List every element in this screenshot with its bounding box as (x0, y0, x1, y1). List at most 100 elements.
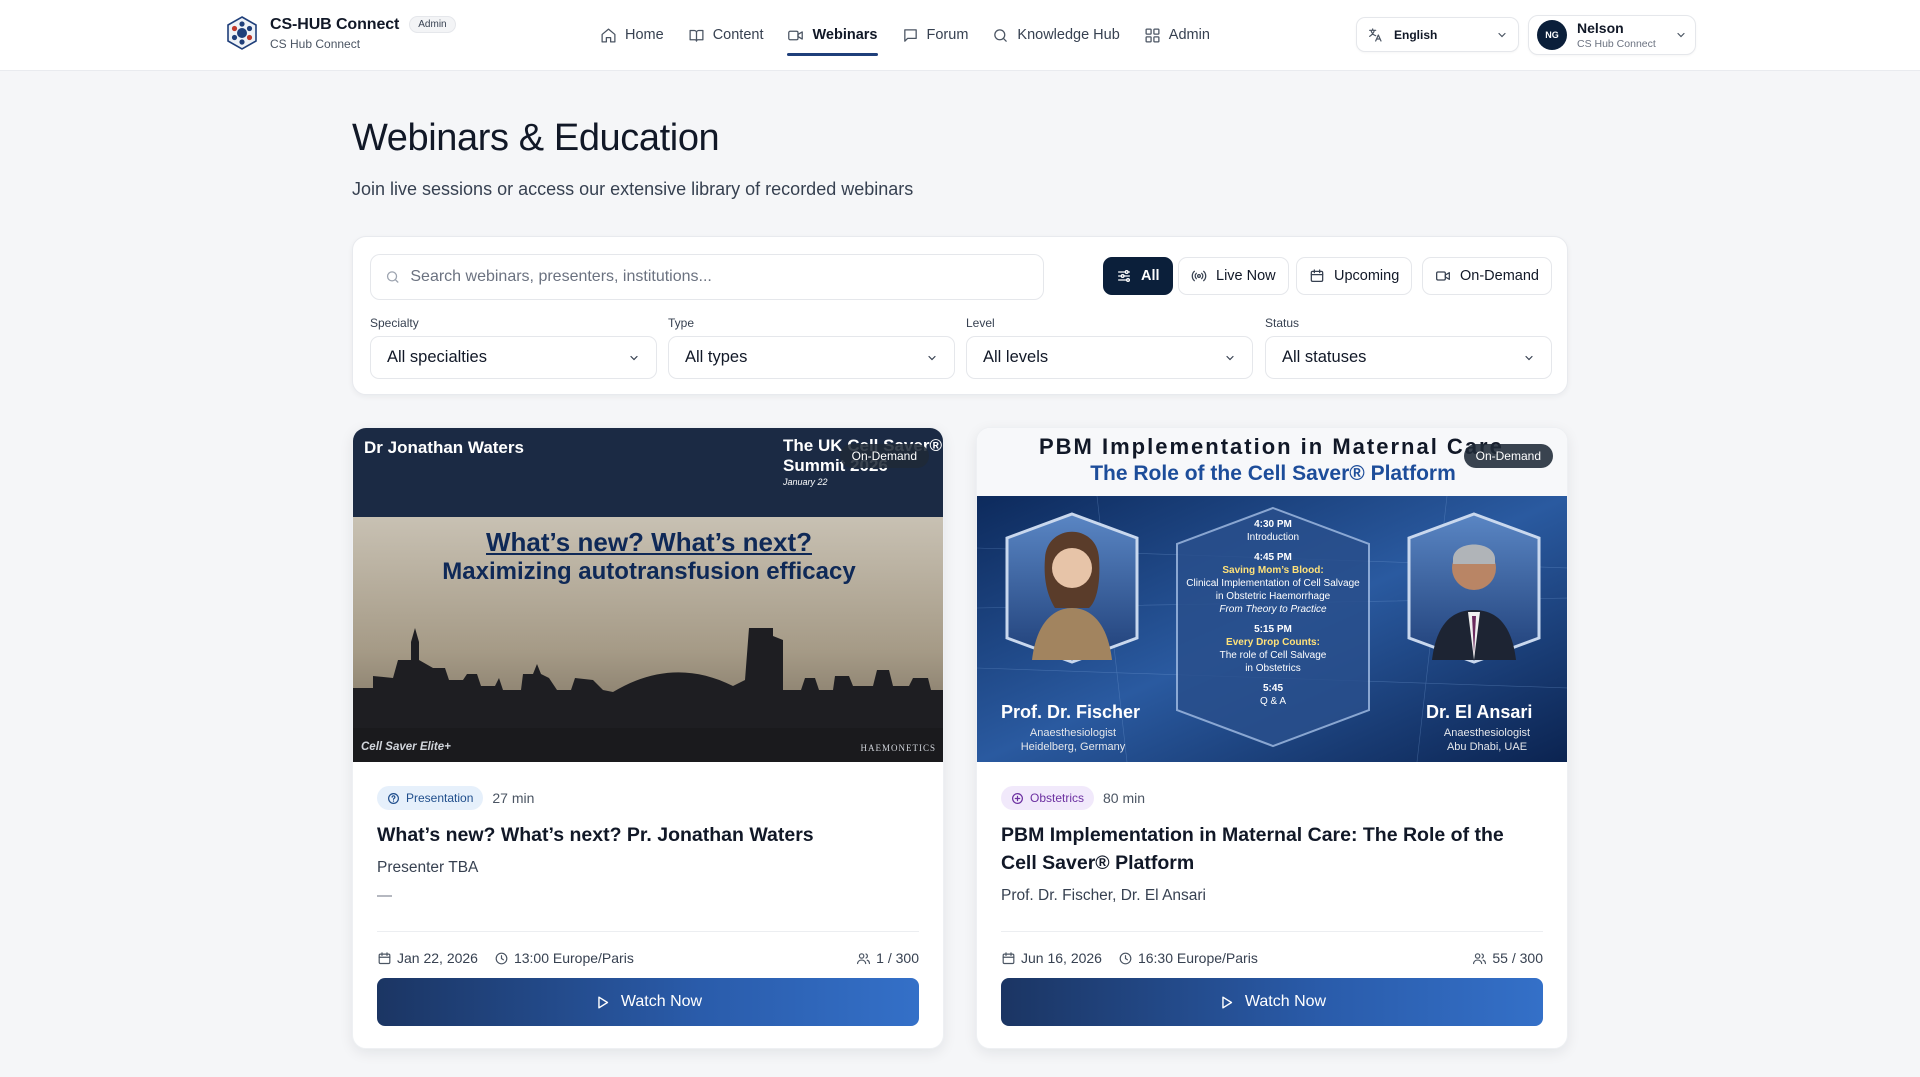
status-badge: On-Demand (839, 444, 929, 468)
segment-label: Upcoming (1334, 268, 1400, 284)
webinar-time: 16:30 Europe/Paris (1137, 950, 1258, 966)
watch-now-button[interactable]: Watch Now (1001, 978, 1543, 1026)
home-icon (601, 27, 616, 43)
nav-label: Webinars (812, 27, 878, 43)
nav-knowledge-hub[interactable]: Knowledge Hub (992, 0, 1120, 70)
thumbnail-product-logo: Cell Saver Elite+ (361, 741, 451, 753)
speaker-location: Heidelberg, Germany (1020, 741, 1126, 753)
role-badge: Admin (409, 16, 456, 33)
nav-forum[interactable]: Forum (902, 0, 969, 70)
level-select[interactable]: All levels (966, 336, 1253, 379)
page-title: Webinars & Education (352, 117, 720, 159)
grid-icon (1145, 27, 1160, 43)
search-input[interactable] (410, 268, 1029, 286)
video-icon (1436, 271, 1450, 281)
select-value: All statuses (1282, 348, 1367, 366)
chevron-down-icon (1677, 32, 1685, 38)
filter-label: Status (1265, 316, 1300, 330)
filter-all-button[interactable]: All (1103, 257, 1173, 295)
program-item: in Obstetrics (1245, 663, 1301, 674)
program-item: The role of Cell Salvage (1219, 650, 1327, 661)
brand-subtitle: CS Hub Connect (270, 36, 361, 51)
brand[interactable]: CS-HUB Connect Admin CS Hub Connect (224, 15, 456, 51)
webinar-title[interactable]: PBM Implementation in Maternal Care: The… (1001, 821, 1543, 877)
card-body: Presentation 27 min What’s new? What’s n… (377, 762, 919, 904)
program-time: 4:45 PM (1254, 552, 1292, 563)
webinar-card[interactable]: PBM Implementation in Maternal Care The … (976, 427, 1568, 1049)
thumbnail-speaker: Dr. El Ansari (1426, 702, 1533, 722)
segment-label: Live Now (1216, 268, 1276, 284)
program-item: Q & A (1259, 696, 1287, 707)
speaker-role: Anaesthesiologist (1443, 727, 1531, 739)
watch-now-button[interactable]: Watch Now (377, 978, 919, 1026)
filter-panel: All Live Now Upcoming On-Demand Specialt… (352, 236, 1568, 395)
select-value: All types (685, 348, 748, 366)
nav-webinars[interactable]: Webinars (787, 0, 878, 70)
clock-icon (495, 952, 508, 964)
thumbnail-company-logo: HAEMONETICS (860, 743, 936, 753)
chevron-down-icon (630, 355, 638, 360)
webinar-date: Jun 16, 2026 (1021, 950, 1102, 966)
seat-count: 55 / 300 (1492, 950, 1543, 966)
play-icon (598, 995, 609, 1009)
status-filter: Status All statuses (1265, 316, 1552, 379)
nav-label: Forum (926, 27, 969, 43)
thumbnail-speaker-details: Anaesthesiologist Heidelberg, Germany (997, 726, 1149, 754)
language-label: English (1394, 27, 1438, 42)
category-label: Obstetrics (1030, 791, 1085, 805)
category-label: Presentation (406, 791, 474, 805)
nav-home[interactable]: Home (600, 0, 664, 70)
calendar-icon (1310, 269, 1324, 282)
thumbnail-event-date: January 22 (783, 477, 828, 487)
status-badge: On-Demand (1463, 444, 1553, 468)
thumbnail-speaker: Dr Jonathan Waters (364, 438, 524, 457)
chevron-down-icon (1525, 355, 1533, 360)
institution: — (377, 887, 392, 904)
thumbnail-speaker: Prof. Dr. Fischer (1001, 702, 1141, 722)
program-time: 5:15 PM (1254, 624, 1292, 635)
program-time: 5:45 (1262, 683, 1283, 694)
main-nav: Home Content Webinars Forum Knowledge Hu… (600, 0, 1234, 70)
type-select[interactable]: All types (668, 336, 955, 379)
filter-live-now-button[interactable]: Live Now (1178, 257, 1289, 295)
specialty-select[interactable]: All specialties (370, 336, 657, 379)
webinar-thumbnail[interactable]: Dr Jonathan Waters The UK Cell Saver® Su… (353, 428, 943, 762)
program-item: in Obstetric Haemorrhage (1215, 591, 1331, 602)
calendar-icon (1002, 951, 1015, 964)
filter-label: Specialty (370, 316, 419, 330)
user-name: Nelson (1577, 20, 1624, 36)
level-filter: Level All levels (966, 316, 1253, 379)
nav-label: Admin (1168, 27, 1210, 43)
clock-icon (1119, 952, 1132, 964)
speaker-role: Anaesthesiologist (1029, 727, 1117, 739)
duration: 27 min (492, 790, 535, 806)
calendar-icon (378, 951, 391, 964)
book-icon (689, 29, 704, 42)
status-select[interactable]: All statuses (1265, 336, 1552, 379)
program-item: Every Drop Counts: (1226, 637, 1320, 648)
filter-on-demand-button[interactable]: On-Demand (1422, 257, 1552, 295)
page-subtitle: Join live sessions or access our extensi… (352, 179, 914, 199)
card-footer: Jun 16, 2026 16:30 Europe/Paris 55 / 300 (1001, 931, 1543, 966)
program-item: Clinical Implementation of Cell Salvage (1186, 578, 1360, 589)
language-select[interactable]: English (1356, 17, 1519, 52)
users-icon (1473, 952, 1487, 964)
webinar-thumbnail[interactable]: PBM Implementation in Maternal Care The … (977, 428, 1567, 762)
filter-upcoming-button[interactable]: Upcoming (1296, 257, 1413, 295)
user-menu[interactable]: NG Nelson CS Hub Connect (1528, 15, 1696, 55)
nav-admin[interactable]: Admin (1144, 0, 1210, 70)
thumbnail-subheadline: Maximizing autotransfusion efficacy (442, 558, 856, 585)
webinar-title[interactable]: What’s new? What’s next? Pr. Jonathan Wa… (377, 821, 919, 849)
select-value: All levels (983, 348, 1049, 366)
video-icon (788, 30, 804, 40)
avatar: NG (1537, 20, 1567, 50)
specialty-filter: Specialty All specialties (370, 316, 657, 379)
thumbnail-headline: PBM Implementation in Maternal Care (1039, 434, 1504, 459)
program-item: From Theory to Practice (1219, 604, 1327, 615)
search-box[interactable] (370, 254, 1044, 300)
nav-content[interactable]: Content (688, 0, 763, 70)
nav-label: Knowledge Hub (1017, 27, 1120, 43)
webinar-time: 13:00 Europe/Paris (513, 950, 634, 966)
webinar-card[interactable]: Dr Jonathan Waters The UK Cell Saver® Su… (352, 427, 944, 1049)
users-icon (857, 952, 871, 964)
